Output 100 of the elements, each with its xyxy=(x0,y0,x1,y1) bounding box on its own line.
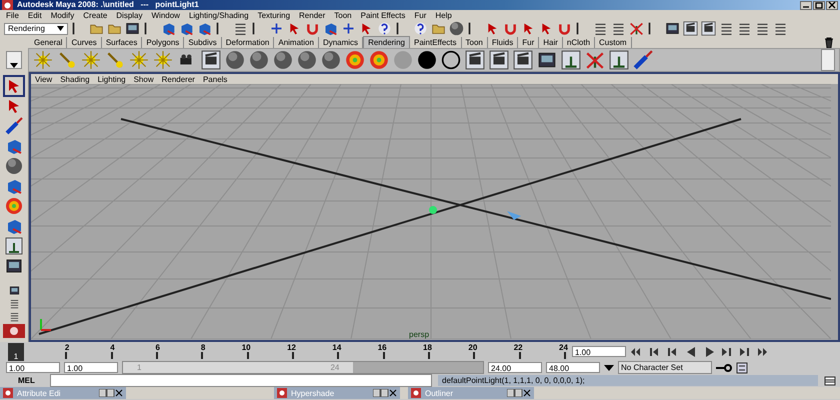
tick-mark xyxy=(110,352,113,358)
frame-label: 16 xyxy=(378,342,387,352)
frame-label: 24 xyxy=(559,342,568,352)
clapboard-icon[interactable] xyxy=(201,50,221,70)
restore-button[interactable] xyxy=(813,0,825,10)
clapboard-icon[interactable] xyxy=(489,50,509,70)
light-icon[interactable] xyxy=(81,50,101,70)
sphere-icon[interactable] xyxy=(5,157,23,175)
shelf-tab[interactable]: Rendering xyxy=(363,36,410,48)
ring-icon[interactable] xyxy=(441,50,461,70)
menu-item[interactable]: Texturing xyxy=(258,11,290,20)
minimize-button[interactable] xyxy=(800,0,812,10)
sphere-icon[interactable] xyxy=(321,50,341,70)
menu-item[interactable]: Display xyxy=(116,11,142,20)
script-editor-icon[interactable] xyxy=(824,376,836,386)
render-window-icon[interactable] xyxy=(125,21,140,36)
menu-item[interactable]: Paint Effects xyxy=(360,11,406,20)
brush-icon[interactable] xyxy=(5,117,23,135)
menu-item[interactable]: Lighting/Shading xyxy=(188,11,249,20)
render-window-icon[interactable] xyxy=(665,21,680,36)
panel-menu-item[interactable]: Shading xyxy=(60,74,90,84)
menu-item[interactable]: Create xyxy=(83,11,108,20)
snap-icon[interactable] xyxy=(341,21,356,36)
frame-label: 20 xyxy=(468,342,478,352)
menu-item[interactable]: Edit xyxy=(28,11,42,20)
menu-item[interactable]: Render xyxy=(299,11,326,20)
menu-item[interactable]: Fur xyxy=(414,11,426,20)
brush-icon[interactable] xyxy=(633,50,653,70)
panel-menu-item[interactable]: View xyxy=(35,74,52,84)
menu-item[interactable]: Toon xyxy=(334,11,352,20)
spotlight-icon[interactable] xyxy=(105,50,125,70)
window-controls-icon[interactable] xyxy=(373,389,397,397)
command-input-field[interactable] xyxy=(50,374,432,387)
color-sphere-icon[interactable] xyxy=(345,50,365,70)
clapboard-icon[interactable] xyxy=(683,21,698,36)
mode-dropdown[interactable]: Rendering xyxy=(4,22,68,34)
arrow-icon[interactable] xyxy=(5,77,23,95)
sphere-icon[interactable] xyxy=(225,50,245,70)
panel-menu-item[interactable]: Lighting xyxy=(98,74,126,84)
sphere-icon[interactable] xyxy=(249,50,269,70)
menu-item[interactable]: File xyxy=(6,11,19,20)
cube-icon[interactable] xyxy=(5,217,23,235)
cube-icon[interactable] xyxy=(323,21,338,36)
sphere-icon[interactable] xyxy=(297,50,317,70)
clapboard-icon[interactable] xyxy=(701,21,716,36)
tick-mark xyxy=(428,352,430,358)
color-sphere-icon[interactable] xyxy=(369,50,389,70)
frame-label: 22 xyxy=(514,342,523,352)
shelf-scrollbar[interactable] xyxy=(821,49,835,71)
cube-icon[interactable] xyxy=(161,21,176,36)
shelf-menu-button[interactable] xyxy=(6,51,22,69)
render-window-icon[interactable] xyxy=(5,257,23,275)
caret-icon xyxy=(10,63,18,68)
menu-item[interactable]: Modify xyxy=(50,11,74,20)
light-icon[interactable] xyxy=(129,50,149,70)
color-sphere-icon[interactable] xyxy=(5,197,23,215)
cube-icon[interactable] xyxy=(5,177,23,195)
command-result-field: defaultPointLight(1, 1,1,1, 0, 0, 0,0,0, 1); xyxy=(438,375,818,386)
panel-menu-item[interactable]: Renderer xyxy=(162,74,195,84)
close-button[interactable] xyxy=(826,0,838,10)
sphere-icon[interactable] xyxy=(273,50,293,70)
solid-disc-icon[interactable] xyxy=(417,50,437,70)
tick-mark xyxy=(292,352,294,358)
snap-icon[interactable] xyxy=(269,21,284,36)
trash-icon[interactable] xyxy=(824,36,834,48)
range-end-label: 24 xyxy=(330,362,340,373)
playback-start-field[interactable]: 1.00 xyxy=(64,362,118,373)
panel-menu-item[interactable]: Show xyxy=(134,74,154,84)
current-frame-marker: 1 xyxy=(14,352,18,360)
caret-icon[interactable] xyxy=(604,364,614,370)
window-title: Autodesk Maya 2008: .\untitled --- pointLight1 xyxy=(17,0,199,10)
cube-icon[interactable] xyxy=(179,21,194,36)
render-window-icon[interactable] xyxy=(8,285,20,296)
clapboard-icon[interactable] xyxy=(513,50,533,70)
cube-icon[interactable] xyxy=(197,21,212,36)
current-time-field[interactable]: 1.00 xyxy=(572,346,626,357)
cube-icon[interactable] xyxy=(5,137,23,155)
frame-label: 6 xyxy=(156,342,160,352)
menu-item[interactable]: Help xyxy=(435,11,452,20)
clapboard-icon[interactable] xyxy=(465,50,485,70)
panel-menu-item[interactable]: Panels xyxy=(202,74,228,84)
start-time-field[interactable]: 1.00 xyxy=(6,362,60,373)
light-icon[interactable] xyxy=(33,50,53,70)
maya-logo-icon xyxy=(3,324,25,338)
question-icon[interactable] xyxy=(413,21,428,36)
light-icon xyxy=(428,205,438,215)
character-set-field[interactable]: No Character Set xyxy=(618,361,712,374)
spotlight-icon[interactable] xyxy=(57,50,77,70)
menu-item[interactable]: Window xyxy=(152,11,180,20)
time-slider[interactable]: 1 2 4 6 8 10 12 14 16 18 20 22 24 xyxy=(8,342,568,360)
end-time-field[interactable]: 48.00 xyxy=(546,362,600,373)
key-icon[interactable] xyxy=(716,364,732,372)
maya-logo-icon xyxy=(2,0,13,10)
window-controls-icon[interactable] xyxy=(507,389,531,397)
playback-end-field[interactable]: 24.00 xyxy=(488,362,542,373)
preferences-icon[interactable] xyxy=(736,362,748,374)
render-window-icon[interactable] xyxy=(537,50,557,70)
window-controls-icon[interactable] xyxy=(99,389,123,397)
question-icon[interactable] xyxy=(377,21,392,36)
sphere-icon[interactable] xyxy=(449,21,464,36)
